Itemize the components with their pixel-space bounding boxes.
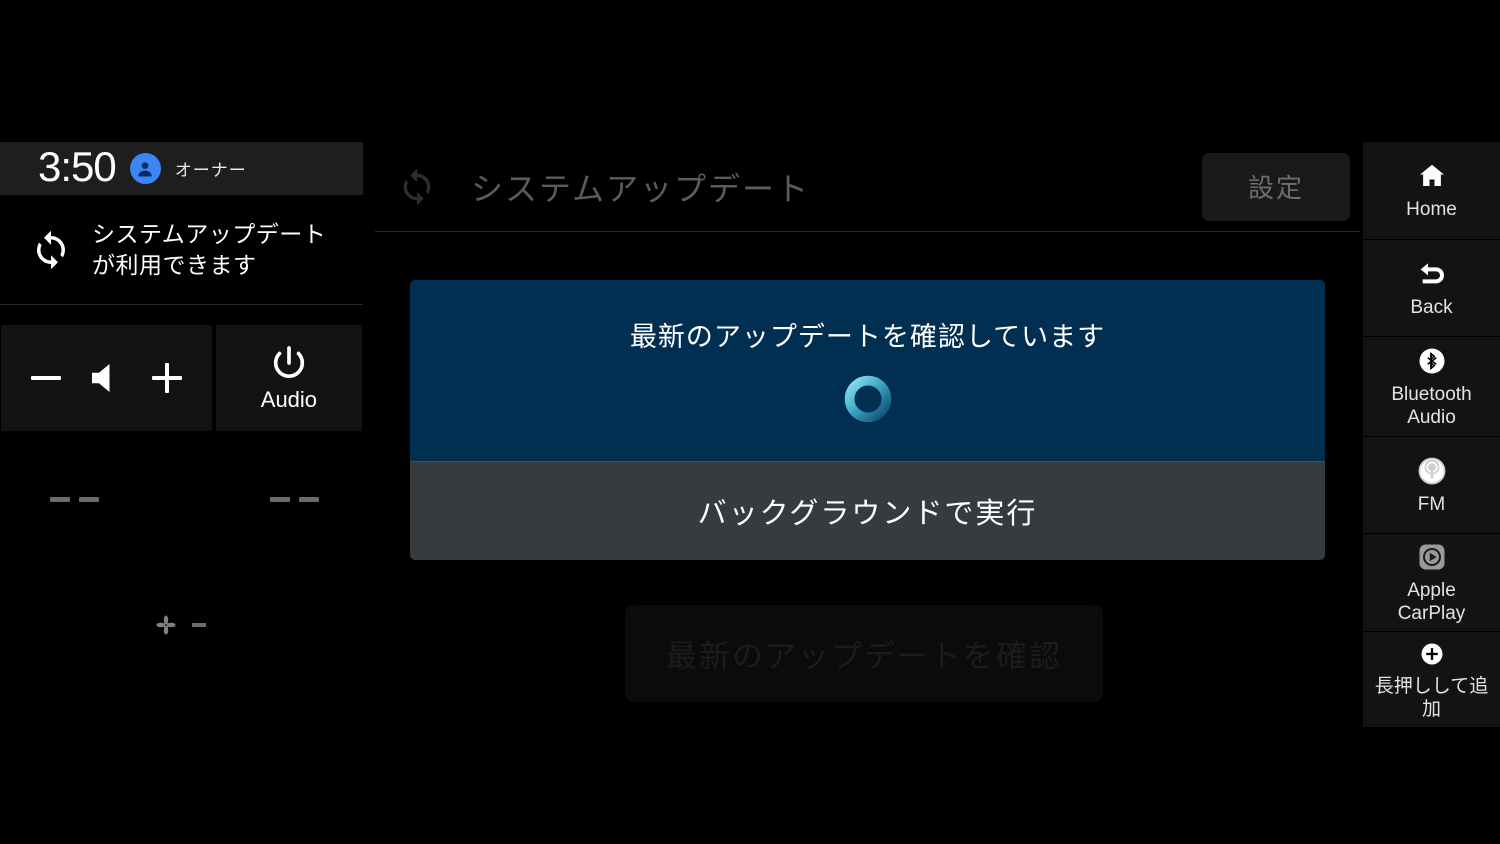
rail-item-back[interactable]: Back <box>1363 240 1500 337</box>
fan-speed-indicator[interactable] <box>152 611 206 639</box>
person-icon <box>138 161 152 176</box>
radio-antenna-icon <box>1417 454 1447 488</box>
update-check-dialog: 最新のアップデートを確認しています バックグラウンドで実行 <box>410 280 1325 560</box>
rail-item-apple-carplay[interactable]: Apple CarPlay <box>1363 534 1500 632</box>
avatar[interactable] <box>129 153 161 184</box>
rail-item-add-shortcut[interactable]: 長押しして追加 <box>1363 632 1500 727</box>
loading-spinner-icon <box>841 372 895 426</box>
volume-down-button[interactable] <box>31 376 62 380</box>
back-arrow-icon <box>1416 257 1448 291</box>
profile-name: オーナー <box>174 161 247 180</box>
volume-control <box>1 325 212 431</box>
carplay-icon <box>1417 540 1447 574</box>
left-sidebar: 3:50 オーナー システムアップデートが利用できます Audio <box>0 142 363 710</box>
sync-icon <box>397 167 437 207</box>
settings-button[interactable]: 設定 <box>1202 152 1350 221</box>
dialog-body: 最新のアップデートを確認しています <box>410 280 1325 461</box>
passenger-temp-dash-2 <box>299 497 319 502</box>
rail-item-fm[interactable]: FM <box>1363 437 1500 534</box>
dialog-message: 最新のアップデートを確認しています <box>629 322 1106 352</box>
driver-temp-dash-2 <box>79 497 99 502</box>
audio-label: Audio <box>260 387 318 412</box>
control-row: Audio <box>0 305 363 431</box>
fan-icon <box>156 615 176 635</box>
rail-label-bluetooth-audio: Bluetooth Audio <box>1391 384 1472 428</box>
rail-label-fm: FM <box>1417 493 1446 515</box>
sync-icon <box>30 229 72 271</box>
main-panel: システムアップデート 設定 最新のアップデートを確認しています バックグラウンド… <box>375 142 1360 710</box>
clock: 3:50 <box>38 142 117 190</box>
right-nav-rail: Home Back Bluetooth Audio FM Apple CarPl… <box>1360 142 1500 727</box>
home-icon <box>1417 159 1447 193</box>
page-header: システムアップデート 設定 <box>375 142 1360 232</box>
rail-item-home[interactable]: Home <box>1363 142 1500 240</box>
plus-circle-icon <box>1418 638 1446 670</box>
notification-text: システムアップデートが利用できます <box>92 220 327 278</box>
rail-label-back: Back <box>1410 296 1453 318</box>
bluetooth-icon <box>1417 344 1447 378</box>
rail-label-apple-carplay: Apple CarPlay <box>1397 580 1466 624</box>
driver-temp-dash <box>50 497 70 502</box>
rail-label-add-shortcut: 長押しして追加 <box>1374 676 1489 720</box>
climate-panel <box>0 431 363 661</box>
rail-item-bluetooth-audio[interactable]: Bluetooth Audio <box>1363 337 1500 437</box>
run-in-background-button[interactable]: バックグラウンドで実行 <box>410 461 1325 560</box>
volume-up-button[interactable] <box>151 363 182 393</box>
page-title: システムアップデート <box>471 170 811 207</box>
infotainment-screen: 3:50 オーナー システムアップデートが利用できます Audio システムアッ… <box>0 142 1500 727</box>
status-bar: 3:50 オーナー <box>0 142 363 195</box>
audio-power-button[interactable]: Audio <box>215 325 362 431</box>
rail-label-home: Home <box>1406 199 1457 221</box>
passenger-temp-dash <box>270 497 290 502</box>
fan-level-dash <box>192 623 206 627</box>
system-update-notification[interactable]: システムアップデートが利用できます <box>0 195 363 305</box>
power-icon <box>273 346 304 378</box>
check-for-updates-button[interactable]: 最新のアップデートを確認 <box>625 605 1103 702</box>
speaker-icon[interactable] <box>85 357 127 399</box>
